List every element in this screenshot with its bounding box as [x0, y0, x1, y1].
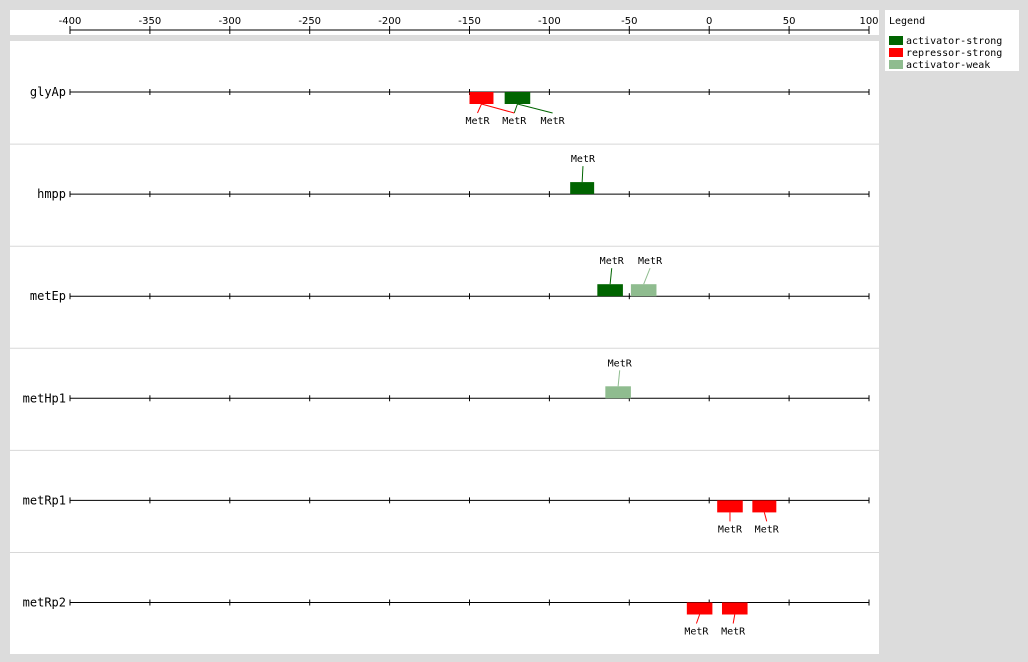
axis-tick-label: -150 [458, 16, 481, 27]
promoter-panel [10, 41, 879, 654]
legend-swatch-activator-weak [889, 60, 903, 69]
promoter-map: -400 -350 -300 -250 -200 -150 -100 -50 0 50 100 Le… [10, 10, 1019, 654]
legend-label-repressor-strong: repressor-strong [906, 48, 1002, 59]
axis-tick-label: -100 [538, 16, 561, 27]
axis-tick-label: -250 [298, 16, 321, 27]
site-label: MetR [718, 524, 743, 535]
promoter-label: metRp1 [23, 493, 66, 507]
axis-tick-label: 100 [859, 16, 878, 27]
legend-label-activator-strong: activator-strong [906, 36, 1002, 47]
legend-title: Legend [889, 16, 925, 27]
binding-site-activator-strong[interactable] [504, 92, 531, 104]
promoter-label: metEp [30, 289, 66, 303]
site-label: MetR [684, 627, 709, 638]
legend-swatch-activator-strong [889, 36, 903, 45]
binding-site-activator-strong[interactable] [597, 284, 623, 297]
site-label: MetR [608, 358, 633, 369]
binding-site-repressor-strong[interactable] [717, 500, 743, 513]
binding-site-repressor-strong[interactable] [752, 500, 777, 513]
legend-swatch-repressor-strong [889, 48, 903, 57]
axis-tick-label: -300 [218, 16, 241, 27]
site-label: MetR [755, 524, 780, 535]
binding-site-repressor-strong[interactable] [686, 602, 713, 615]
axis-tick-label: -200 [378, 16, 401, 27]
axis-tick-label: -400 [59, 16, 82, 27]
legend-label-activator-weak: activator-weak [906, 60, 990, 71]
binding-site-activator-weak[interactable] [605, 386, 631, 399]
site-label: MetR [465, 116, 490, 127]
site-label: MetR [541, 116, 566, 127]
binding-site-activator-strong[interactable] [570, 182, 595, 195]
promoter-label: metHp1 [23, 391, 66, 405]
site-label: MetR [721, 627, 746, 638]
site-label: MetR [638, 256, 663, 267]
binding-site-repressor-strong[interactable] [721, 602, 748, 615]
legend: Legend activator-strongrepressor-stronga… [885, 10, 1019, 71]
binding-site-repressor-strong[interactable] [469, 92, 494, 104]
binding-site-activator-weak[interactable] [630, 284, 657, 297]
site-label: MetR [600, 256, 625, 267]
site-label: MetR [571, 154, 596, 165]
axis-tick-label: -350 [139, 16, 162, 27]
axis-tick-label: 50 [783, 16, 796, 27]
axis-tick-label: -50 [621, 16, 637, 27]
promoter-label: metRp2 [23, 596, 66, 610]
promoter-label: hmpp [37, 187, 66, 201]
site-label: MetR [502, 116, 527, 127]
axis-tick-label: 0 [706, 16, 712, 27]
promoter-label: glyAp [30, 85, 66, 99]
